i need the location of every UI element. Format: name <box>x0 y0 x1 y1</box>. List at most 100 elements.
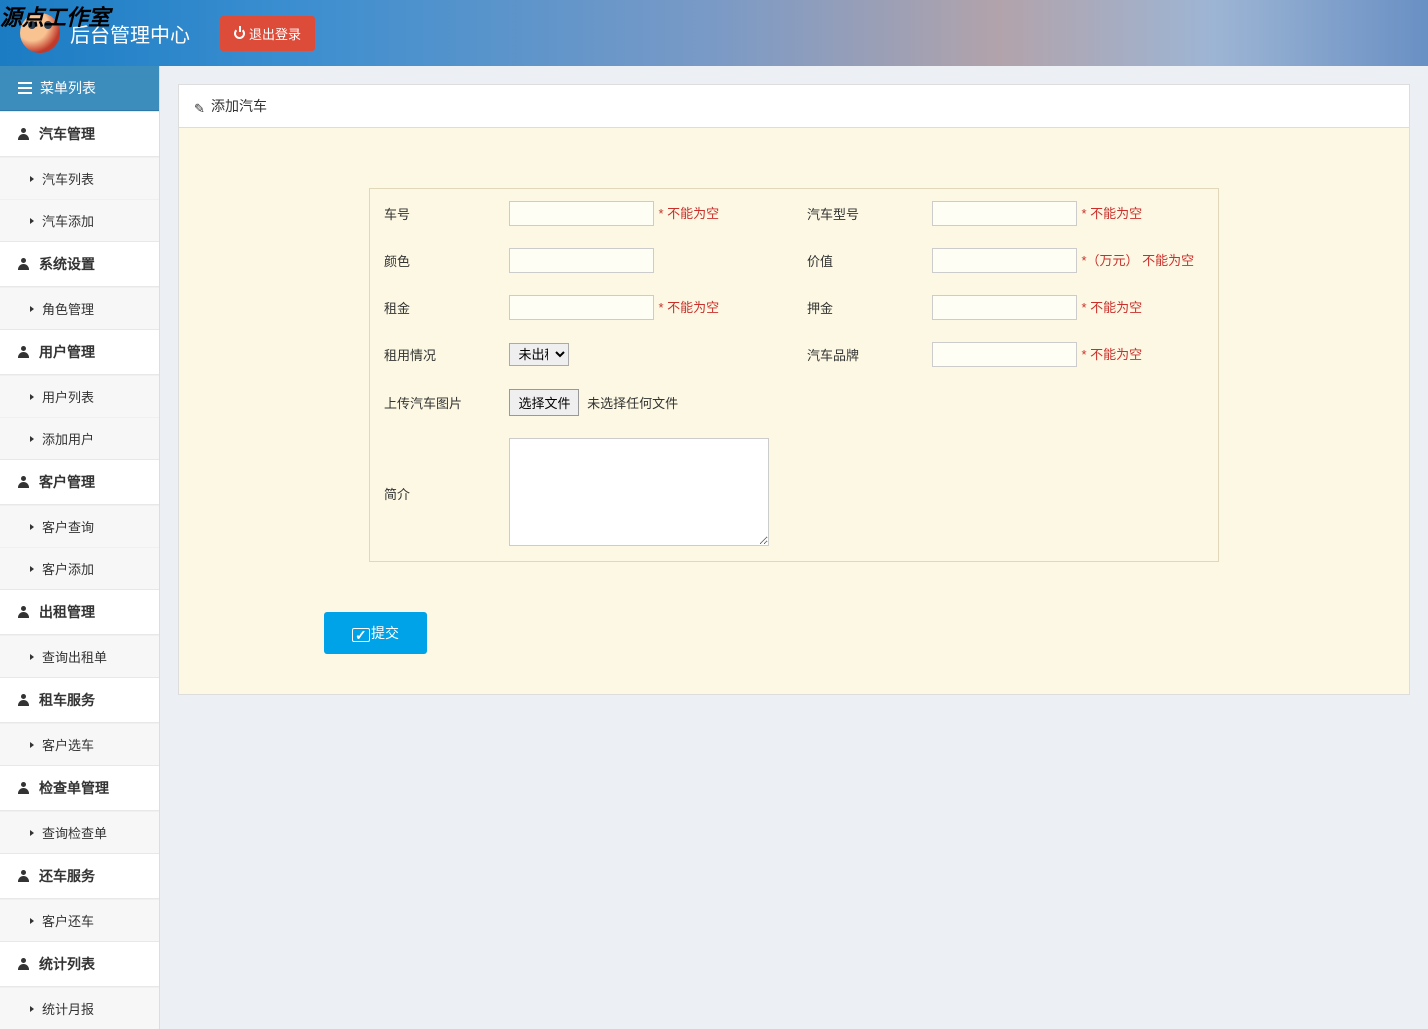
sidebar-item-customer-add[interactable]: 客户添加 <box>0 547 159 589</box>
label-value: 价值 <box>795 238 922 283</box>
input-value[interactable] <box>932 248 1077 273</box>
sidebar-section-rent-service[interactable]: 租车服务 <box>0 677 159 723</box>
sidebar-item-car-list[interactable]: 汽车列表 <box>0 157 159 199</box>
app-header: 后台管理中心 退出登录 <box>0 0 1428 66</box>
sidebar-section-label: 系统设置 <box>39 254 95 274</box>
file-no-file-text: 未选择任何文件 <box>587 396 678 411</box>
input-brand[interactable] <box>932 342 1077 367</box>
sidebar: 菜单列表 汽车管理 汽车列表 汽车添加 系统设置 角色管理 用户管理 用户列表 … <box>0 66 160 1029</box>
submit-row: 提交 <box>209 612 1379 654</box>
hint-brand: * 不能为空 <box>1081 347 1142 362</box>
check-icon <box>352 627 365 640</box>
main-content: 添加汽车 车号 * 不能为空 汽车型号 * 不能为空 颜色 价值 *（万元） 不… <box>160 66 1428 1029</box>
sidebar-item-car-add[interactable]: 汽车添加 <box>0 199 159 241</box>
sidebar-item-customer-return[interactable]: 客户还车 <box>0 899 159 941</box>
menu-icon <box>18 82 32 94</box>
input-car-number[interactable] <box>509 201 654 226</box>
logout-label: 退出登录 <box>249 24 301 43</box>
sidebar-item-role[interactable]: 角色管理 <box>0 287 159 329</box>
sidebar-section-label: 客户管理 <box>39 472 95 492</box>
sidebar-section-system[interactable]: 系统设置 <box>0 241 159 287</box>
textarea-intro[interactable] <box>509 438 769 546</box>
sidebar-section-return[interactable]: 还车服务 <box>0 853 159 899</box>
user-icon <box>18 258 29 270</box>
sidebar-item-rent-query[interactable]: 查询出租单 <box>0 635 159 677</box>
sidebar-item-stats-monthly[interactable]: 统计月报 <box>0 987 159 1029</box>
panel-header: 添加汽车 <box>179 85 1409 128</box>
sidebar-item-label: 角色管理 <box>42 299 94 318</box>
sidebar-title: 菜单列表 <box>40 78 96 98</box>
file-select-button[interactable]: 选择文件 <box>509 389 579 416</box>
input-color[interactable] <box>509 248 654 273</box>
sidebar-item-label: 汽车添加 <box>42 211 94 230</box>
caret-icon <box>30 524 34 530</box>
sidebar-item-user-list[interactable]: 用户列表 <box>0 375 159 417</box>
caret-icon <box>30 918 34 924</box>
caret-icon <box>30 436 34 442</box>
hint-rent: * 不能为空 <box>658 300 719 315</box>
sidebar-section-label: 统计列表 <box>39 954 95 974</box>
hint-car-model: * 不能为空 <box>1081 206 1142 221</box>
logout-button[interactable]: 退出登录 <box>220 16 315 51</box>
submit-label: 提交 <box>371 623 399 643</box>
sidebar-item-label: 统计月报 <box>42 999 94 1018</box>
sidebar-section-rent[interactable]: 出租管理 <box>0 589 159 635</box>
sidebar-item-label: 客户还车 <box>42 911 94 930</box>
hint-car-number: * 不能为空 <box>658 206 719 221</box>
select-rent-status[interactable]: 未出租 <box>509 343 569 366</box>
caret-icon <box>30 654 34 660</box>
sidebar-section-car[interactable]: 汽车管理 <box>0 111 159 157</box>
input-rent[interactable] <box>509 295 654 320</box>
label-intro: 简介 <box>372 428 499 559</box>
caret-icon <box>30 306 34 312</box>
input-car-model[interactable] <box>932 201 1077 226</box>
label-car-model: 汽车型号 <box>795 191 922 236</box>
panel: 添加汽车 车号 * 不能为空 汽车型号 * 不能为空 颜色 价值 *（万元） 不… <box>178 84 1410 695</box>
label-color: 颜色 <box>372 238 499 283</box>
caret-icon <box>30 830 34 836</box>
caret-icon <box>30 742 34 748</box>
caret-icon <box>30 394 34 400</box>
user-icon <box>18 694 29 706</box>
sidebar-section-stats[interactable]: 统计列表 <box>0 941 159 987</box>
caret-icon <box>30 176 34 182</box>
input-deposit[interactable] <box>932 295 1077 320</box>
user-icon <box>18 476 29 488</box>
sidebar-item-check-query[interactable]: 查询检查单 <box>0 811 159 853</box>
hint-deposit: * 不能为空 <box>1081 300 1142 315</box>
sidebar-item-label: 客户选车 <box>42 735 94 754</box>
label-deposit: 押金 <box>795 285 922 330</box>
label-rent-status: 租用情况 <box>372 332 499 377</box>
form-table: 车号 * 不能为空 汽车型号 * 不能为空 颜色 价值 *（万元） 不能为空 租… <box>369 188 1219 562</box>
sidebar-item-label: 查询检查单 <box>42 823 107 842</box>
label-upload: 上传汽车图片 <box>372 379 499 426</box>
user-icon <box>18 128 29 140</box>
submit-button[interactable]: 提交 <box>324 612 427 654</box>
sidebar-section-label: 用户管理 <box>39 342 95 362</box>
sidebar-section-label: 汽车管理 <box>39 124 95 144</box>
sidebar-section-check[interactable]: 检查单管理 <box>0 765 159 811</box>
sidebar-item-user-add[interactable]: 添加用户 <box>0 417 159 459</box>
sidebar-section-label: 检查单管理 <box>39 778 109 798</box>
user-icon <box>18 870 29 882</box>
sidebar-section-label: 出租管理 <box>39 602 95 622</box>
sidebar-item-label: 汽车列表 <box>42 169 94 188</box>
label-brand: 汽车品牌 <box>795 332 922 377</box>
panel-body: 车号 * 不能为空 汽车型号 * 不能为空 颜色 价值 *（万元） 不能为空 租… <box>179 128 1409 694</box>
caret-icon <box>30 566 34 572</box>
user-icon <box>18 958 29 970</box>
label-rent: 租金 <box>372 285 499 330</box>
power-icon <box>234 28 245 39</box>
sidebar-item-label: 添加用户 <box>42 429 94 448</box>
user-icon <box>18 782 29 794</box>
sidebar-section-user[interactable]: 用户管理 <box>0 329 159 375</box>
label-car-number: 车号 <box>372 191 499 236</box>
sidebar-section-customer[interactable]: 客户管理 <box>0 459 159 505</box>
caret-icon <box>30 1006 34 1012</box>
hint-value: *（万元） 不能为空 <box>1081 253 1194 268</box>
sidebar-item-label: 查询出租单 <box>42 647 107 666</box>
sidebar-item-customer-query[interactable]: 客户查询 <box>0 505 159 547</box>
watermark-text: 源点工作室 <box>0 0 110 32</box>
sidebar-item-customer-select[interactable]: 客户选车 <box>0 723 159 765</box>
sidebar-section-label: 还车服务 <box>39 866 95 886</box>
